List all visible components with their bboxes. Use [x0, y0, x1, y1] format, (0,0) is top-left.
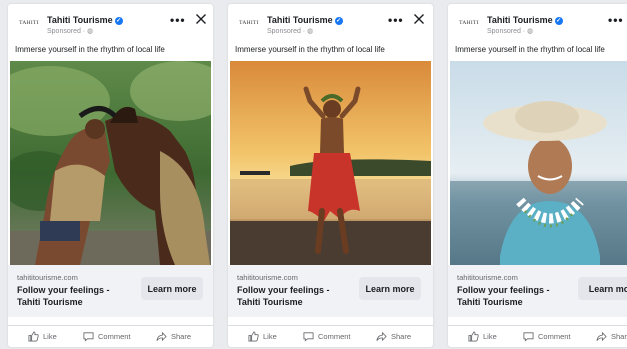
man-with-horse-photo[interactable] — [10, 61, 211, 265]
comment-label: Comment — [98, 332, 131, 341]
link-domain: tahititourisme.com — [237, 273, 298, 282]
comment-button[interactable]: Comment — [523, 331, 571, 342]
more-options-icon[interactable]: ••• — [608, 14, 624, 26]
dancer-on-beach-photo[interactable] — [230, 61, 431, 265]
brand-logo[interactable]: TAHITI — [15, 15, 43, 31]
link-headline-line: Tahiti Tourisme — [457, 297, 523, 307]
like-label: Like — [263, 332, 277, 341]
share-button[interactable]: Share — [156, 331, 191, 342]
post-text: Immerse yourself in the rhythm of local … — [455, 45, 605, 54]
sponsored-label: Sponsored · ◍ — [487, 27, 533, 35]
action-bar: Like Comment Share — [228, 325, 433, 343]
share-icon — [596, 331, 607, 342]
learn-more-button[interactable]: Learn more — [359, 277, 421, 300]
learn-more-button[interactable]: Learn more — [141, 277, 203, 300]
woman-with-hat-photo[interactable] — [450, 61, 627, 265]
verified-badge-icon: ✓ — [114, 17, 123, 25]
ad-header: TAHITI Tahiti Tourisme ✓ Sponsored · ◍ ••… — [8, 4, 213, 42]
sponsored-label: Sponsored · ◍ — [47, 27, 93, 35]
globe-icon: ◍ — [307, 28, 314, 35]
comment-icon — [523, 332, 534, 342]
comment-button[interactable]: Comment — [83, 331, 131, 342]
link-headline-line: Follow your feelings - — [457, 285, 550, 295]
ad-card: TAHITI Tahiti Tourisme ✓ Sponsored · ◍ ••… — [448, 4, 627, 347]
action-bar: Like Comment Share — [448, 325, 627, 343]
thumbs-up-icon — [248, 331, 259, 342]
link-headline-line: Tahiti Tourisme — [17, 297, 83, 307]
page-name-link[interactable]: Tahiti Tourisme ✓ — [267, 15, 343, 25]
ad-link-footer[interactable]: tahititourisme.com Follow your feelings … — [8, 265, 213, 317]
action-bar: Like Comment Share — [8, 325, 213, 343]
sponsored-text: Sponsored · — [487, 28, 528, 35]
ad-header: TAHITI Tahiti Tourisme ✓ Sponsored · ◍ ••… — [228, 4, 433, 42]
globe-icon: ◍ — [87, 28, 94, 35]
link-headline: Follow your feelings - Tahiti Tourisme — [457, 284, 577, 308]
like-button[interactable]: Like — [28, 331, 57, 342]
like-label: Like — [483, 332, 497, 341]
more-options-icon[interactable]: ••• — [388, 14, 404, 26]
ad-link-footer[interactable]: tahititourisme.com Follow your feelings … — [228, 265, 433, 317]
ad-card: TAHITI Tahiti Tourisme ✓ Sponsored · ◍ ••… — [8, 4, 213, 347]
more-options-icon[interactable]: ••• — [170, 14, 186, 26]
comment-label: Comment — [538, 332, 571, 341]
link-headline-line: Follow your feelings - — [17, 285, 110, 295]
share-button[interactable]: Share — [376, 331, 411, 342]
comment-icon — [83, 332, 94, 342]
like-button[interactable]: Like — [248, 331, 277, 342]
ad-card: TAHITI Tahiti Tourisme ✓ Sponsored · ◍ ••… — [228, 4, 433, 347]
close-icon[interactable] — [413, 13, 425, 25]
link-domain: tahititourisme.com — [17, 273, 78, 282]
learn-more-button[interactable]: Learn mo — [578, 277, 627, 300]
ad-link-footer[interactable]: tahititourisme.com Follow your feelings … — [448, 265, 627, 317]
sponsored-text: Sponsored · — [47, 28, 88, 35]
link-headline-line: Tahiti Tourisme — [237, 297, 303, 307]
page-name-link[interactable]: Tahiti Tourisme ✓ — [47, 15, 123, 25]
post-text: Immerse yourself in the rhythm of local … — [235, 45, 385, 54]
page-name[interactable]: Tahiti Tourisme — [47, 15, 113, 25]
share-icon — [376, 331, 387, 342]
share-label: Share — [391, 332, 412, 341]
brand-logo[interactable]: TAHITI — [455, 15, 483, 31]
page-name-link[interactable]: Tahiti Tourisme ✓ — [487, 15, 563, 25]
share-icon — [156, 331, 167, 342]
comment-icon — [303, 332, 314, 342]
share-label: Share — [611, 332, 627, 341]
verified-badge-icon: ✓ — [554, 17, 563, 25]
thumbs-up-icon — [468, 331, 479, 342]
sponsored-text: Sponsored · — [267, 28, 308, 35]
page-name[interactable]: Tahiti Tourisme — [487, 15, 553, 25]
post-text: Immerse yourself in the rhythm of local … — [15, 45, 165, 54]
page-name[interactable]: Tahiti Tourisme — [267, 15, 333, 25]
globe-icon: ◍ — [527, 28, 534, 35]
link-domain: tahititourisme.com — [457, 273, 518, 282]
sponsored-label: Sponsored · ◍ — [267, 27, 313, 35]
close-icon[interactable] — [195, 13, 207, 25]
ad-header: TAHITI Tahiti Tourisme ✓ Sponsored · ◍ ••… — [448, 4, 627, 42]
link-headline: Follow your feelings - Tahiti Tourisme — [17, 284, 137, 308]
share-label: Share — [171, 332, 192, 341]
like-button[interactable]: Like — [468, 331, 497, 342]
verified-badge-icon: ✓ — [334, 17, 343, 25]
thumbs-up-icon — [28, 331, 39, 342]
link-headline: Follow your feelings - Tahiti Tourisme — [237, 284, 357, 308]
ad-preview-stage: TAHITI Tahiti Tourisme ✓ Sponsored · ◍ ••… — [0, 0, 627, 349]
comment-label: Comment — [318, 332, 351, 341]
share-button[interactable]: Share — [596, 331, 627, 342]
like-label: Like — [43, 332, 57, 341]
comment-button[interactable]: Comment — [303, 331, 351, 342]
link-headline-line: Follow your feelings - — [237, 285, 330, 295]
brand-logo[interactable]: TAHITI — [235, 15, 263, 31]
